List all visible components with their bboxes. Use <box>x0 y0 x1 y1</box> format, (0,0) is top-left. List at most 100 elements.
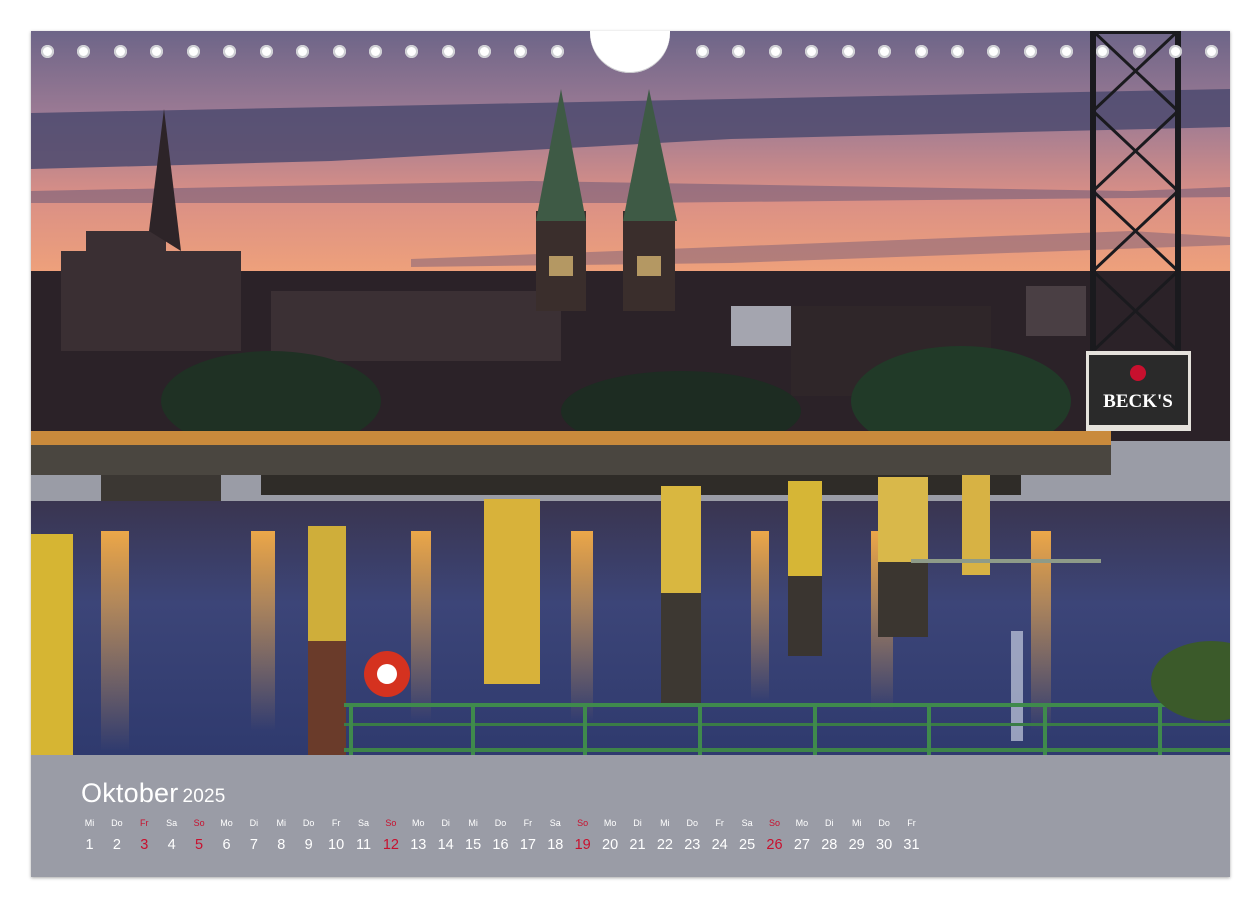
day-cell: Sa 11 <box>350 817 377 853</box>
day-number: 29 <box>848 837 865 853</box>
day-number: 10 <box>328 837 345 853</box>
binding-ring <box>405 45 418 58</box>
day-cell: Do 9 <box>295 817 322 853</box>
binding-ring <box>769 45 782 58</box>
day-cell: So 19 <box>569 817 596 853</box>
day-number: 17 <box>519 837 536 853</box>
day-cell: Do 2 <box>103 817 130 853</box>
weekday-label: So <box>577 818 589 828</box>
day-cell: Fr 3 <box>131 817 158 853</box>
binding-ring <box>987 45 1000 58</box>
binding-ring <box>1024 45 1037 58</box>
day-cell: Fr 17 <box>514 817 541 853</box>
binding-ring <box>114 45 127 58</box>
day-number: 8 <box>277 837 286 853</box>
day-cell: Mo 20 <box>597 817 624 853</box>
day-number: 15 <box>465 837 482 853</box>
day-number: 13 <box>410 837 427 853</box>
binding-rings <box>31 31 1230 81</box>
binding-ring <box>1096 45 1109 58</box>
binding-ring <box>77 45 90 58</box>
binding-ring <box>951 45 964 58</box>
day-number: 22 <box>656 837 673 853</box>
weekday-label: Do <box>111 818 123 828</box>
day-number: 3 <box>140 837 149 853</box>
day-number: 23 <box>684 837 701 853</box>
weekday-label: Do <box>494 818 507 828</box>
binding-ring <box>514 45 527 58</box>
weekday-label: Fr <box>523 818 533 828</box>
day-number: 30 <box>876 837 893 853</box>
binding-ring <box>369 45 382 58</box>
day-cell: Do 30 <box>871 817 898 853</box>
weekday-label: Fr <box>715 818 724 828</box>
day-number: 24 <box>711 837 728 853</box>
weekday-label: Do <box>302 818 315 828</box>
day-cell: Do 23 <box>679 817 706 853</box>
binding-ring <box>1133 45 1146 58</box>
binding-ring <box>551 45 564 58</box>
day-number: 14 <box>437 837 454 853</box>
binding-ring <box>333 45 346 58</box>
weekday-label: So <box>768 818 780 828</box>
day-number: 27 <box>793 837 810 853</box>
weekday-label: Do <box>686 818 699 828</box>
weekday-label: Fr <box>907 818 916 828</box>
day-cell: Fr 31 <box>898 817 925 853</box>
weekday-label: Do <box>878 818 890 828</box>
day-cell: Sa 4 <box>158 817 185 853</box>
bremen-night-photo: BECK'S <box>31 31 1230 755</box>
weekday-label: So <box>193 818 205 828</box>
day-cell: Di 7 <box>240 817 267 853</box>
binding-ring <box>223 45 236 58</box>
photo-illustration: BECK'S <box>31 31 1230 755</box>
day-cell: So 5 <box>186 817 213 853</box>
day-cell: Mo 27 <box>788 817 815 853</box>
day-cell: Sa 18 <box>542 817 569 853</box>
weekday-label: Mo <box>795 818 809 828</box>
day-number: 18 <box>547 837 564 853</box>
day-cell: Di 28 <box>816 817 843 853</box>
weekday-label: Mo <box>412 818 425 828</box>
binding-ring <box>805 45 818 58</box>
day-cell: Do 16 <box>487 817 514 853</box>
weekday-label: Sa <box>741 818 753 828</box>
day-number: 12 <box>382 837 399 853</box>
binding-ring <box>41 45 54 58</box>
binding-ring <box>878 45 891 58</box>
day-number: 9 <box>304 837 313 853</box>
weekday-label: Sa <box>549 818 561 828</box>
binding-ring <box>1205 45 1218 58</box>
day-number: 16 <box>492 837 509 853</box>
day-number: 31 <box>903 837 920 853</box>
day-number: 5 <box>195 837 204 853</box>
month-year: 2025 <box>182 786 226 807</box>
binding-ring <box>442 45 455 58</box>
weekday-label: Di <box>633 818 642 828</box>
binding-ring <box>296 45 309 58</box>
day-cell: Di 14 <box>432 817 459 853</box>
day-cell: Mi 22 <box>651 817 678 853</box>
day-number: 6 <box>222 837 231 853</box>
weekday-label: Sa <box>357 818 369 828</box>
binding-ring <box>478 45 491 58</box>
weekday-label: Mo <box>603 818 617 828</box>
binding-ring <box>696 45 709 58</box>
becks-sign-text: BECK'S <box>1103 391 1173 412</box>
day-cell: So 12 <box>377 817 404 853</box>
day-cell: Mi 15 <box>460 817 487 853</box>
day-number: 28 <box>821 837 838 853</box>
weekday-label: So <box>385 818 397 828</box>
binding-ring <box>915 45 928 58</box>
day-cell: Di 21 <box>624 817 651 853</box>
weekday-label: Mo <box>220 818 233 828</box>
day-number: 20 <box>602 837 619 853</box>
day-cell: Mo 13 <box>405 817 432 853</box>
binding-ring <box>842 45 855 58</box>
binding-ring <box>1060 45 1073 58</box>
weekday-label: Sa <box>166 818 178 828</box>
day-cell: Fr 24 <box>706 817 733 853</box>
weekday-label: Di <box>825 818 834 828</box>
day-number: 19 <box>574 837 591 853</box>
weekday-label: Fr <box>331 818 341 828</box>
